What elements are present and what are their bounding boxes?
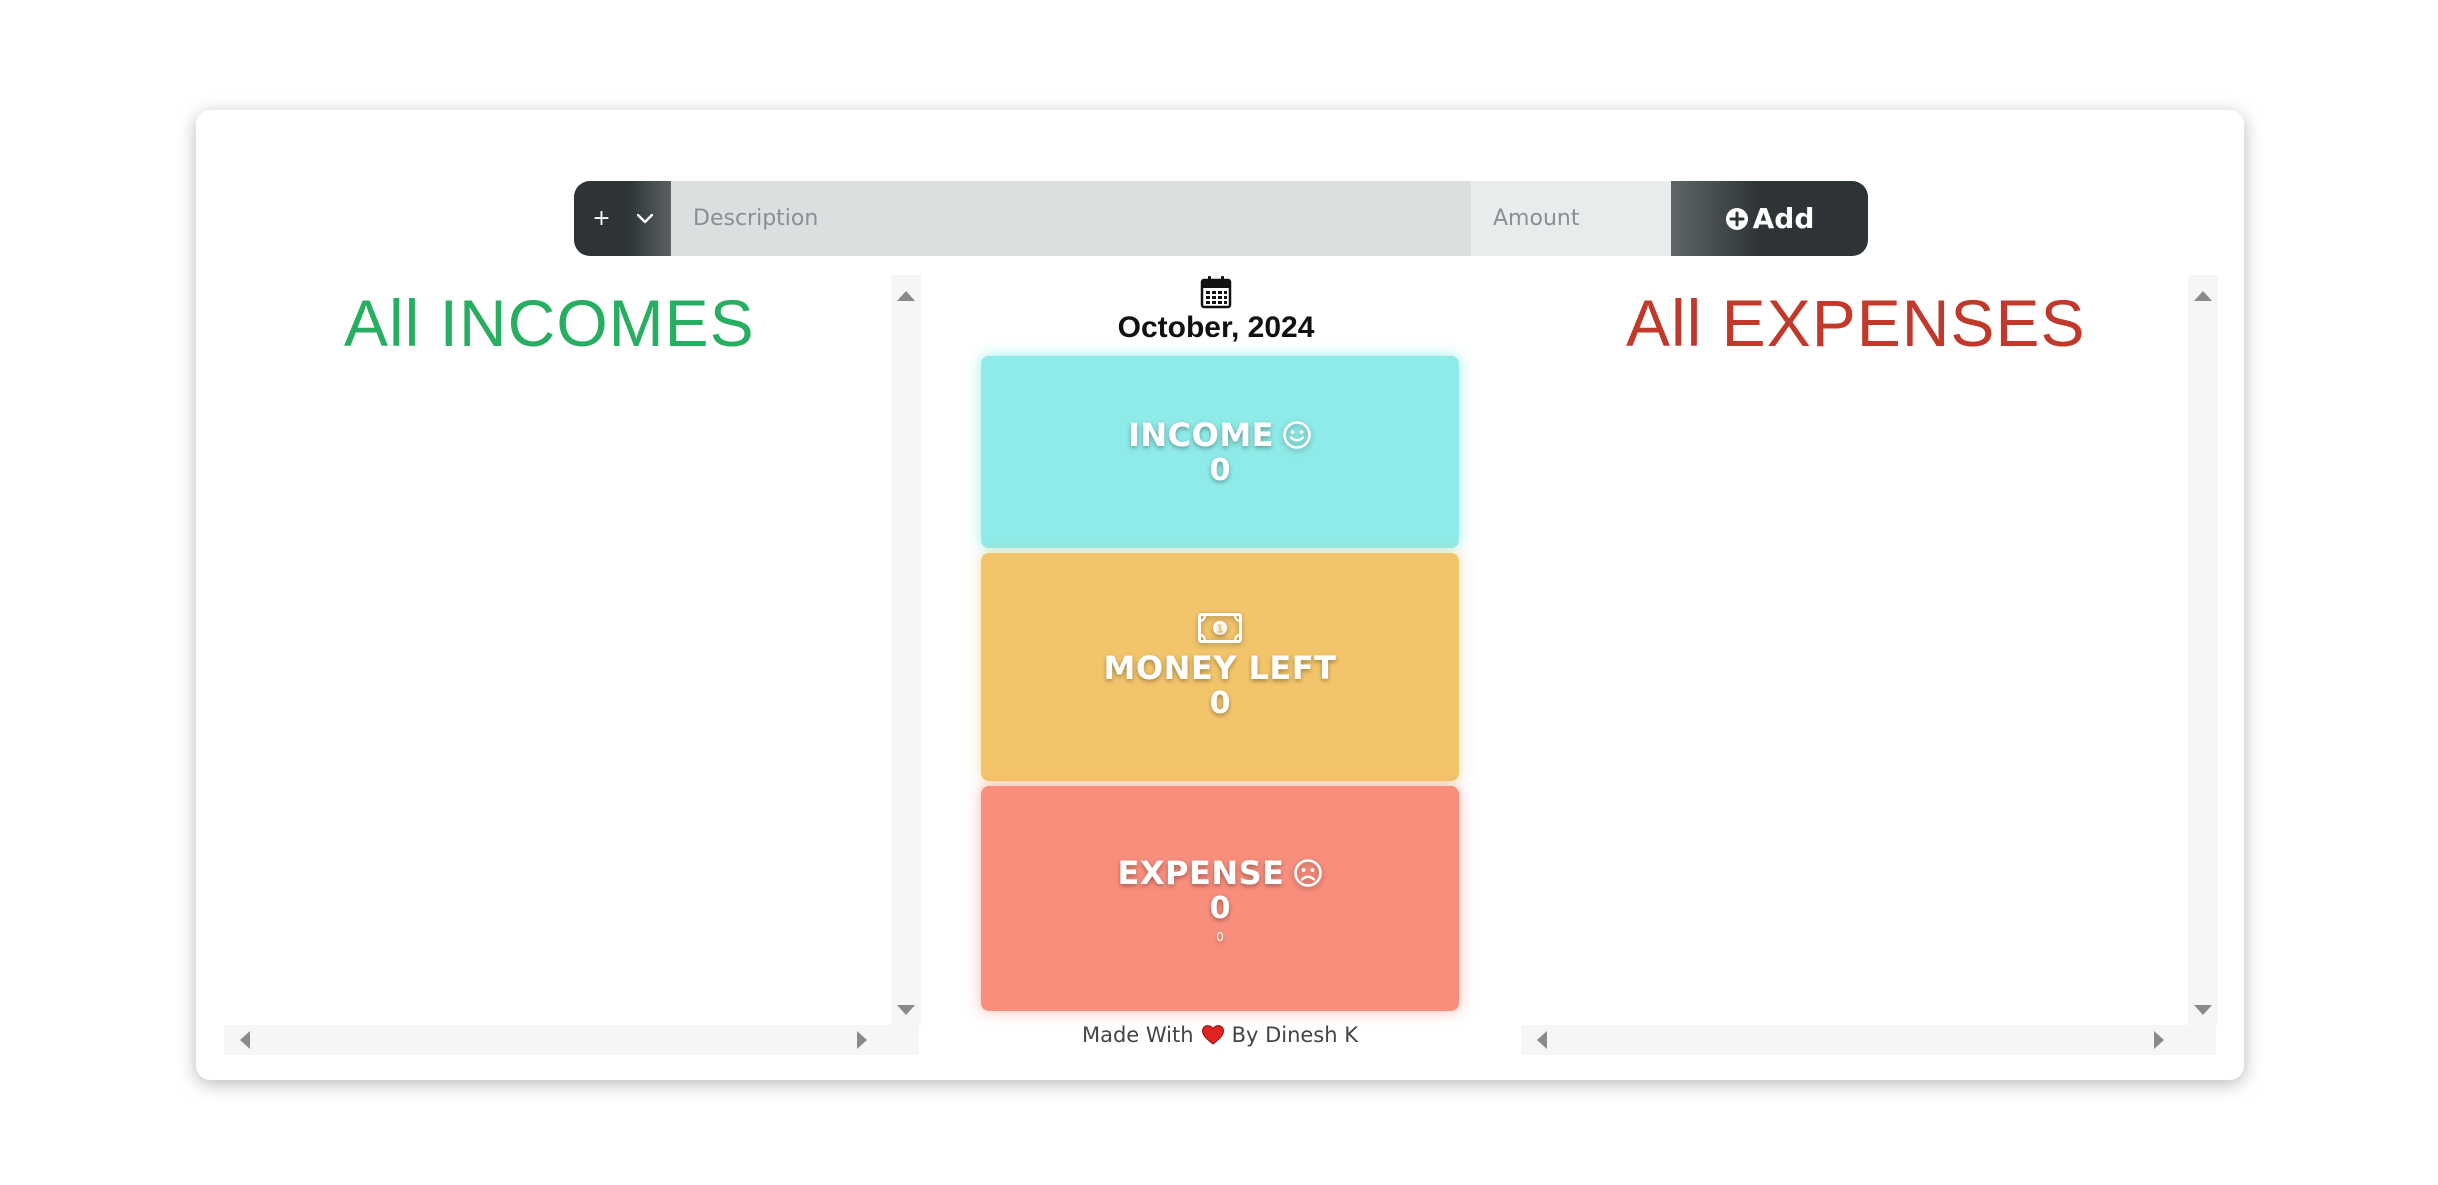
money-left-value: 0 [1209, 686, 1231, 721]
scroll-left-arrow-icon[interactable] [1537, 1031, 1547, 1049]
add-button-label: Add [1752, 202, 1815, 235]
expenses-vertical-scrollbar[interactable] [2188, 275, 2218, 1025]
chevron-down-icon [636, 213, 653, 224]
made-with-text: Made With [1081, 1023, 1194, 1047]
expense-summary-card: EXPENSE 0 0 [981, 786, 1459, 1011]
expenses-horizontal-scrollbar[interactable] [1521, 1025, 2216, 1055]
money-left-label: MONEY LEFT [1103, 649, 1337, 687]
frown-icon [1293, 858, 1323, 888]
scroll-down-arrow-icon[interactable] [897, 1005, 915, 1015]
description-input[interactable] [671, 181, 1471, 256]
add-button[interactable]: Add [1671, 181, 1868, 256]
date-header: October, 2024 [981, 275, 1451, 345]
scroll-up-arrow-icon[interactable] [2194, 291, 2212, 301]
author-text: By Dinesh K [1231, 1023, 1359, 1047]
scroll-right-arrow-icon[interactable] [2154, 1031, 2164, 1049]
plus-circle-icon [1725, 207, 1749, 231]
scroll-left-arrow-icon[interactable] [240, 1031, 250, 1049]
income-summary-card: INCOME 0 [981, 356, 1459, 548]
expense-value: 0 [1209, 890, 1231, 926]
money-left-summary-card: 1 MONEY LEFT 0 [981, 553, 1459, 781]
entry-form: + Add [574, 181, 1868, 256]
expense-label: EXPENSE [1117, 853, 1285, 892]
budget-app-card: + Add All INCOMES All EXPENSES [196, 110, 2244, 1080]
expense-subvalue: 0 [1216, 929, 1224, 944]
expense-label-row: EXPENSE [1117, 854, 1322, 892]
income-label: INCOME [1127, 416, 1275, 454]
type-select-value: + [592, 206, 611, 231]
scroll-up-arrow-icon[interactable] [897, 291, 915, 301]
money-bill-icon: 1 [1198, 613, 1242, 643]
expenses-panel: All EXPENSES [1521, 275, 2218, 1055]
income-label-row: INCOME [1128, 416, 1312, 454]
amount-input[interactable] [1471, 181, 1671, 256]
scroll-down-arrow-icon[interactable] [2194, 1005, 2212, 1015]
current-month: October, 2024 [1117, 311, 1315, 344]
income-value: 0 [1209, 453, 1231, 488]
footer-credit: Made With By Dinesh K [981, 1023, 1459, 1047]
expenses-title: All EXPENSES [1626, 286, 2086, 360]
scroll-right-arrow-icon[interactable] [857, 1031, 867, 1049]
incomes-vertical-scrollbar[interactable] [891, 275, 921, 1025]
svg-text:1: 1 [1216, 623, 1224, 636]
heart-icon [1201, 1025, 1224, 1045]
incomes-title: All INCOMES [344, 286, 755, 360]
smile-icon [1282, 420, 1312, 450]
incomes-panel: All INCOMES [224, 275, 921, 1055]
type-select[interactable]: + [574, 181, 671, 256]
incomes-horizontal-scrollbar[interactable] [224, 1025, 919, 1055]
